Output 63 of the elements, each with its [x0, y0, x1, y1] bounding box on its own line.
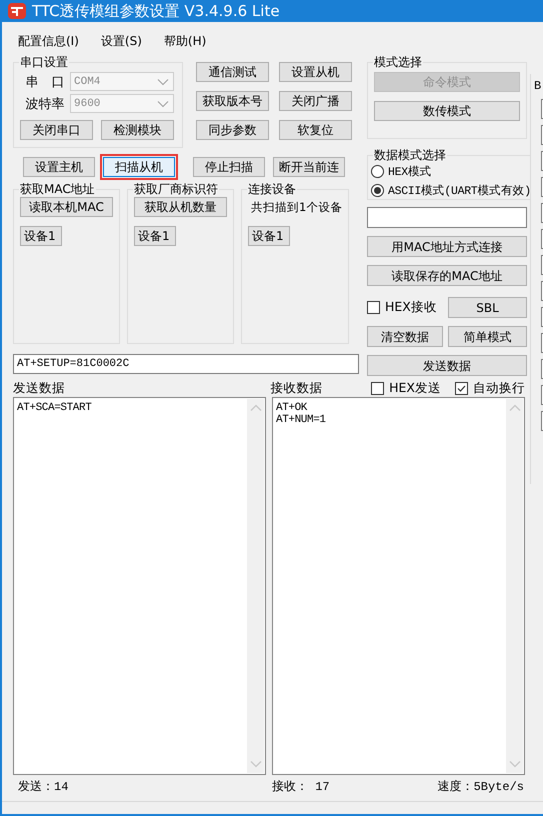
- scan-button[interactable]: 设置主机: [23, 157, 95, 177]
- field-label: 波特率: [24, 96, 66, 112]
- chevron-down-icon: [157, 100, 169, 108]
- radio-button[interactable]: [371, 184, 384, 197]
- serial-button[interactable]: 检测模块: [101, 120, 174, 140]
- sent-count: 发送：14: [18, 780, 68, 794]
- read-button[interactable]: 读取本机MAC: [20, 197, 113, 217]
- checkbox-label: 自动换行: [473, 380, 525, 396]
- read-button[interactable]: 获取从机数量: [134, 197, 227, 217]
- mac-field[interactable]: [367, 207, 527, 228]
- group-title: 连接设备: [248, 182, 296, 196]
- group-title: 模式选择: [374, 55, 422, 69]
- mac-button[interactable]: 读取保存的MAC地址: [367, 265, 527, 286]
- command-button[interactable]: 同步参数: [196, 120, 269, 140]
- speed-text: 速度：5Byte/s: [438, 778, 525, 794]
- receive-textarea[interactable]: AT+OK AT+NUM=1: [272, 397, 525, 775]
- command-button[interactable]: 获取版本号: [196, 91, 269, 111]
- device-button[interactable]: 设备1: [248, 226, 290, 246]
- received-count: 接收： 17: [272, 780, 330, 794]
- mode-button[interactable]: 数传模式: [374, 101, 520, 121]
- command-button[interactable]: 设置从机: [279, 62, 352, 82]
- field-label: 串 口: [24, 74, 66, 90]
- scan-button[interactable]: 扫描从机: [103, 157, 175, 177]
- checkbox-label: HEX接收: [385, 299, 437, 316]
- text-line: AT+NUM=1: [276, 414, 326, 426]
- radio-label: HEX模式: [388, 164, 432, 179]
- group-title: 数据模式选择: [374, 148, 446, 162]
- text-line: AT+OK: [276, 402, 308, 414]
- mac-button[interactable]: 用MAC地址方式连接: [367, 236, 527, 257]
- scan-button[interactable]: 停止扫描: [193, 157, 265, 177]
- menu-item[interactable]: 帮助(H): [162, 33, 208, 50]
- chevron-down-icon: [157, 78, 169, 86]
- send-button[interactable]: 发送数据: [367, 355, 527, 376]
- command-button[interactable]: 关闭广播: [279, 91, 352, 111]
- panel-title: 发送数据: [13, 380, 65, 394]
- command-button[interactable]: 软复位: [279, 120, 352, 140]
- checkbox[interactable]: [371, 382, 384, 394]
- action-button[interactable]: 清空数据: [367, 326, 443, 347]
- checkbox[interactable]: [455, 382, 468, 394]
- action-button[interactable]: 简单模式: [448, 326, 527, 347]
- side-label: B: [534, 79, 542, 93]
- command-button[interactable]: 通信测试: [196, 62, 269, 82]
- command-field[interactable]: AT+SETUP=81C0002C: [13, 354, 359, 374]
- sbl-button[interactable]: SBL: [448, 297, 527, 318]
- app-logo-icon: [8, 3, 26, 19]
- checkbox-label: HEX发送: [389, 380, 441, 396]
- serial-button[interactable]: 关闭串口: [20, 120, 93, 140]
- send-textarea[interactable]: AT+SCA=START: [13, 397, 266, 775]
- panel-title: 接收数据: [270, 380, 322, 394]
- menu-item[interactable]: 设置(S): [98, 33, 144, 50]
- text-line: AT+SCA=START: [17, 402, 92, 414]
- window-title: TTC透传模组参数设置 V3.4.9.6 Lite: [32, 2, 280, 20]
- group-title: 获取MAC地址: [20, 182, 95, 196]
- scan-count: 共扫描到1个设备: [250, 199, 342, 216]
- group-title: 串口设置: [20, 55, 68, 69]
- menu-item[interactable]: 配置信息(I): [16, 33, 81, 50]
- device-button[interactable]: 设备1: [134, 226, 176, 246]
- radio-button[interactable]: [371, 165, 384, 178]
- radio-label: ASCII模式(UART模式有效): [388, 184, 531, 198]
- checkbox[interactable]: [367, 301, 380, 314]
- device-button[interactable]: 设备1: [20, 226, 62, 246]
- group-title: 获取厂商标识符: [134, 182, 218, 196]
- scan-button[interactable]: 断开当前连: [273, 157, 345, 177]
